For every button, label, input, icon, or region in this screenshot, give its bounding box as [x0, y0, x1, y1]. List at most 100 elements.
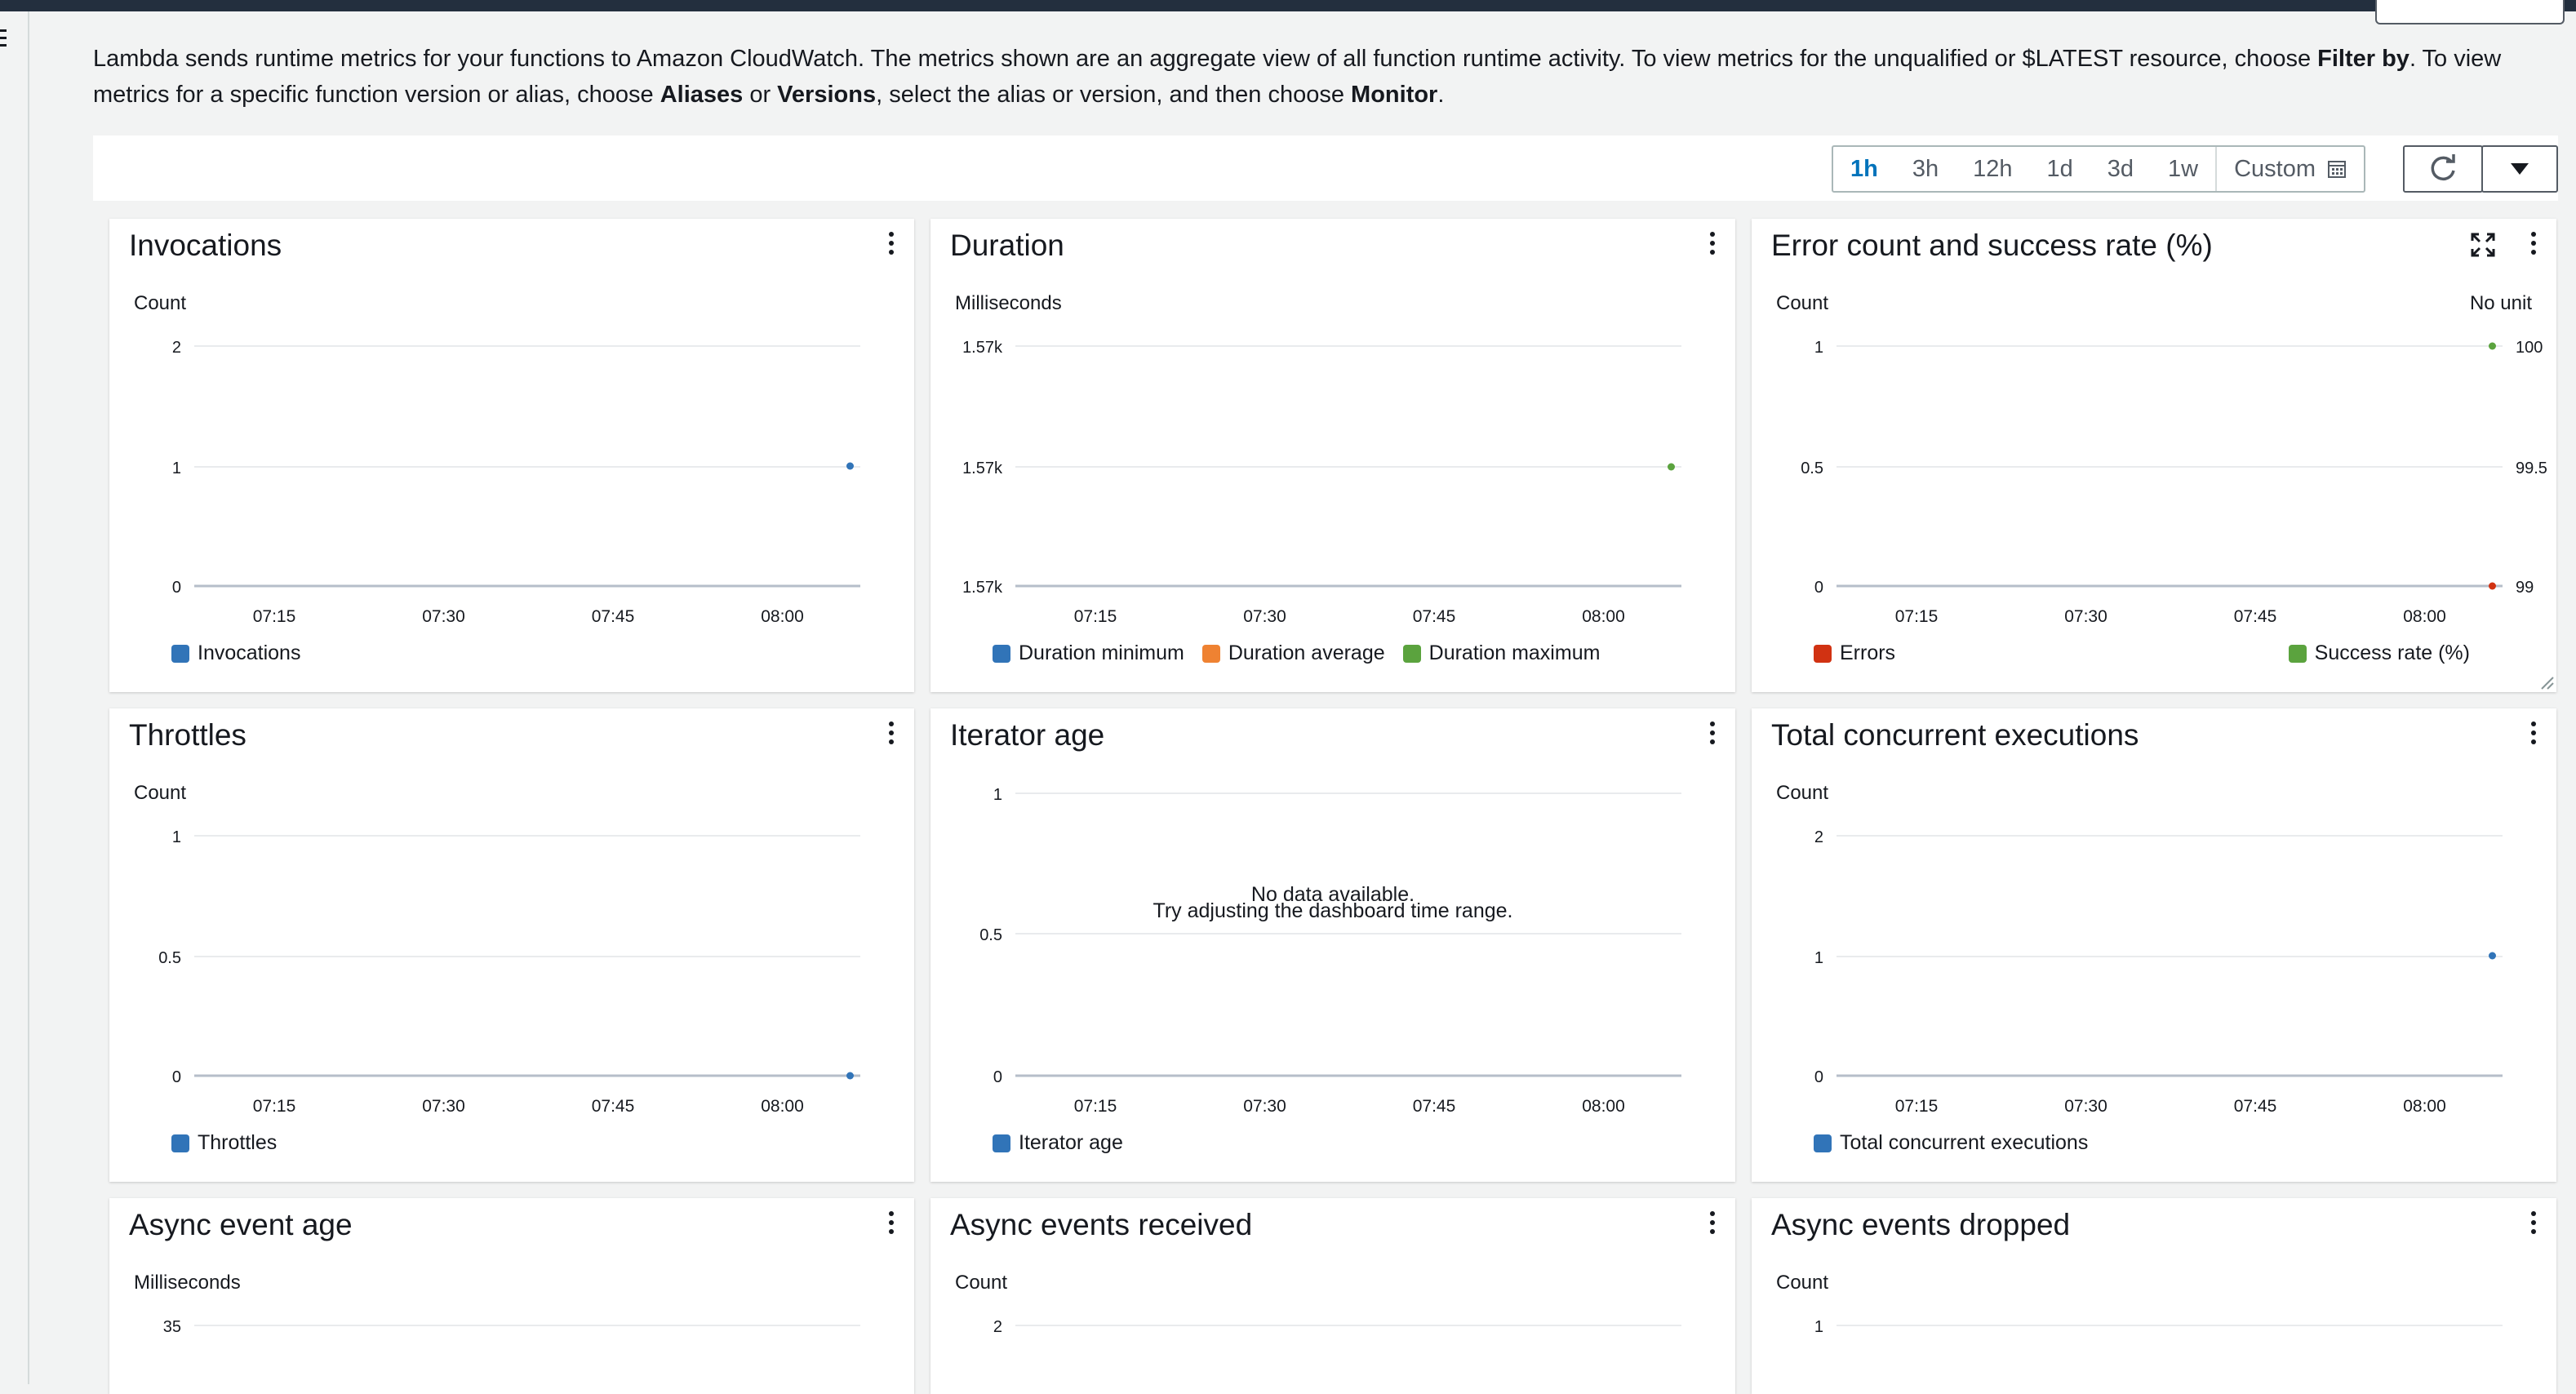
chart-legend: Invocations: [171, 642, 300, 665]
y-tick-label: 1: [993, 786, 1002, 804]
x-tick-label: 07:30: [2064, 607, 2107, 626]
chart-legend: Total concurrent executions: [1814, 1131, 2088, 1155]
range-3d-button[interactable]: 3d: [2090, 147, 2151, 191]
chart-plot: 1 0.5 0 07:15 07:30 07:45 08:00: [158, 828, 860, 1116]
data-point: [2489, 582, 2496, 590]
y-tick-label: 0: [993, 1068, 1002, 1086]
y-tick-label: 0: [172, 579, 181, 597]
x-tick-label: 07:30: [2064, 1097, 2107, 1116]
chart-plot: 2: [993, 1318, 1681, 1336]
legend-label: Duration average: [1228, 642, 1385, 664]
legend-swatch: [1402, 644, 1421, 663]
caret-down-icon: [2511, 163, 2529, 175]
legend-label: Duration maximum: [1428, 642, 1601, 664]
chart-plot: 2 1 0 07:15 07:30 07:45 08:00: [172, 339, 860, 626]
x-tick-label: 08:00: [761, 1097, 804, 1116]
legend-item[interactable]: Duration maximum: [1402, 642, 1601, 665]
data-point: [2489, 342, 2496, 350]
x-tick-label: 07:30: [1243, 607, 1286, 626]
panel-async-events-dropped: Async events dropped Count 1: [1752, 1198, 2556, 1394]
side-nav-border: [28, 11, 29, 1384]
x-tick-label: 07:15: [253, 1097, 296, 1116]
y-tick-label: 0.5: [158, 949, 181, 967]
range-1w-button[interactable]: 1w: [2151, 147, 2215, 191]
x-tick-label: 07:15: [1895, 1097, 1939, 1116]
x-tick-label: 07:45: [2234, 1097, 2277, 1116]
chart-legend: Errors: [1814, 642, 1895, 665]
legend-swatch: [993, 1134, 1010, 1152]
x-tick-label: 08:00: [1582, 607, 1625, 626]
range-custom-button[interactable]: Custom: [2215, 147, 2364, 191]
menu-icon[interactable]: [0, 29, 7, 49]
x-tick-label: 07:45: [1413, 1097, 1456, 1116]
x-tick-label: 07:15: [253, 607, 296, 626]
chart-legend: Duration minimum Duration average Duration…: [993, 642, 1600, 665]
data-point: [2489, 952, 2496, 960]
range-3h-button[interactable]: 3h: [1895, 147, 1956, 191]
range-12h-button[interactable]: 12h: [1956, 147, 2029, 191]
legend-item[interactable]: Errors: [1814, 642, 1895, 665]
calendar-icon: [2328, 161, 2347, 178]
resize-handle-icon[interactable]: [2538, 674, 2555, 690]
x-tick-label: 08:00: [761, 607, 804, 626]
x-tick-label: 07:45: [1413, 607, 1456, 626]
legend-label: Total concurrent executions: [1840, 1131, 2089, 1154]
header-button[interactable]: [2375, 0, 2565, 24]
panel-async-event-age: Async event age Milliseconds 35: [109, 1198, 914, 1394]
panel-throttles: Throttles Count 1 0.5 0 07:15 07:30 07:45 08:0…: [109, 708, 914, 1182]
no-data-hint: Try adjusting the dashboard time range.: [1153, 899, 1513, 922]
x-tick-label: 07:45: [2234, 607, 2277, 626]
legend-item[interactable]: Iterator age: [993, 1131, 1123, 1155]
chart-plot: 1: [1814, 1318, 2503, 1336]
chart-legend: Throttles: [171, 1131, 277, 1155]
chart-plot: 35: [163, 1318, 860, 1336]
legend-item[interactable]: Duration minimum: [993, 642, 1184, 665]
range-1d-button[interactable]: 1d: [2030, 147, 2090, 191]
x-tick-label: 08:00: [1582, 1097, 1625, 1116]
chart-plot: 1 0.5 0 100 99.5 99 07:15 07:30 07:45 08:00: [1801, 339, 2547, 626]
legend-label: Errors: [1840, 642, 1896, 664]
y-tick-label: 1: [1814, 339, 1823, 357]
y-tick-label: 0: [1814, 579, 1823, 597]
x-tick-label: 08:00: [2403, 1097, 2446, 1116]
data-point: [846, 1072, 854, 1080]
panel-async-events-received: Async events received Count 2: [930, 1198, 1735, 1394]
y-tick-label: 1.57k: [962, 339, 1003, 357]
refresh-button[interactable]: [2403, 145, 2483, 193]
x-tick-label: 07:45: [592, 607, 635, 626]
range-1h-button[interactable]: 1h: [1833, 147, 1895, 191]
custom-label: Custom: [2234, 156, 2316, 182]
y-tick-label: 35: [163, 1318, 181, 1336]
metrics-description: Lambda sends runtime metrics for your fu…: [93, 46, 2502, 108]
chart-plot: 1 0.5 0 07:15 07:30 07:45 08:00: [979, 786, 1681, 1116]
y-tick-label-right: 100: [2516, 339, 2543, 357]
legend-swatch: [2288, 644, 2307, 663]
x-tick-label: 07:30: [1243, 1097, 1286, 1116]
x-tick-label: 07:30: [422, 1097, 465, 1116]
x-tick-label: 08:00: [2403, 607, 2446, 626]
panel-iterator-age: Iterator age 1 0.5 0 07:15 07:30 07:45 08:00 N…: [930, 708, 1735, 1182]
y-tick-label: 0.5: [1801, 459, 1823, 477]
y-tick-label: 1: [172, 828, 181, 846]
legend-swatch: [1201, 644, 1220, 663]
legend-label: Throttles: [198, 1131, 278, 1154]
refresh-options-dropdown[interactable]: [2481, 145, 2558, 193]
legend-item[interactable]: Duration average: [1201, 642, 1385, 665]
legend-item[interactable]: Success rate (%): [2288, 642, 2470, 665]
y-tick-label: 1: [1814, 949, 1823, 967]
legend-swatch: [1814, 644, 1832, 663]
panel-error-count: Error count and success rate (%) Count N…: [1752, 219, 2556, 692]
legend-swatch: [171, 1134, 189, 1152]
data-point: [846, 462, 854, 470]
chart-legend: Iterator age: [993, 1131, 1123, 1155]
data-point: [1668, 463, 1675, 471]
legend-item[interactable]: Throttles: [171, 1131, 277, 1155]
legend-item[interactable]: Total concurrent executions: [1814, 1131, 2088, 1155]
y-tick-label: 1.57k: [962, 459, 1003, 477]
legend-item[interactable]: Invocations: [171, 642, 300, 665]
panel-duration: Duration Milliseconds 1.57k 1.57k 1.57k 07:…: [930, 219, 1735, 692]
y-tick-label: 1: [172, 459, 181, 477]
y-tick-label: 2: [1814, 828, 1823, 846]
panel-concurrent-executions: Total concurrent executions Count 2 1 0 07:…: [1752, 708, 2556, 1182]
y-tick-label: 2: [993, 1318, 1002, 1336]
